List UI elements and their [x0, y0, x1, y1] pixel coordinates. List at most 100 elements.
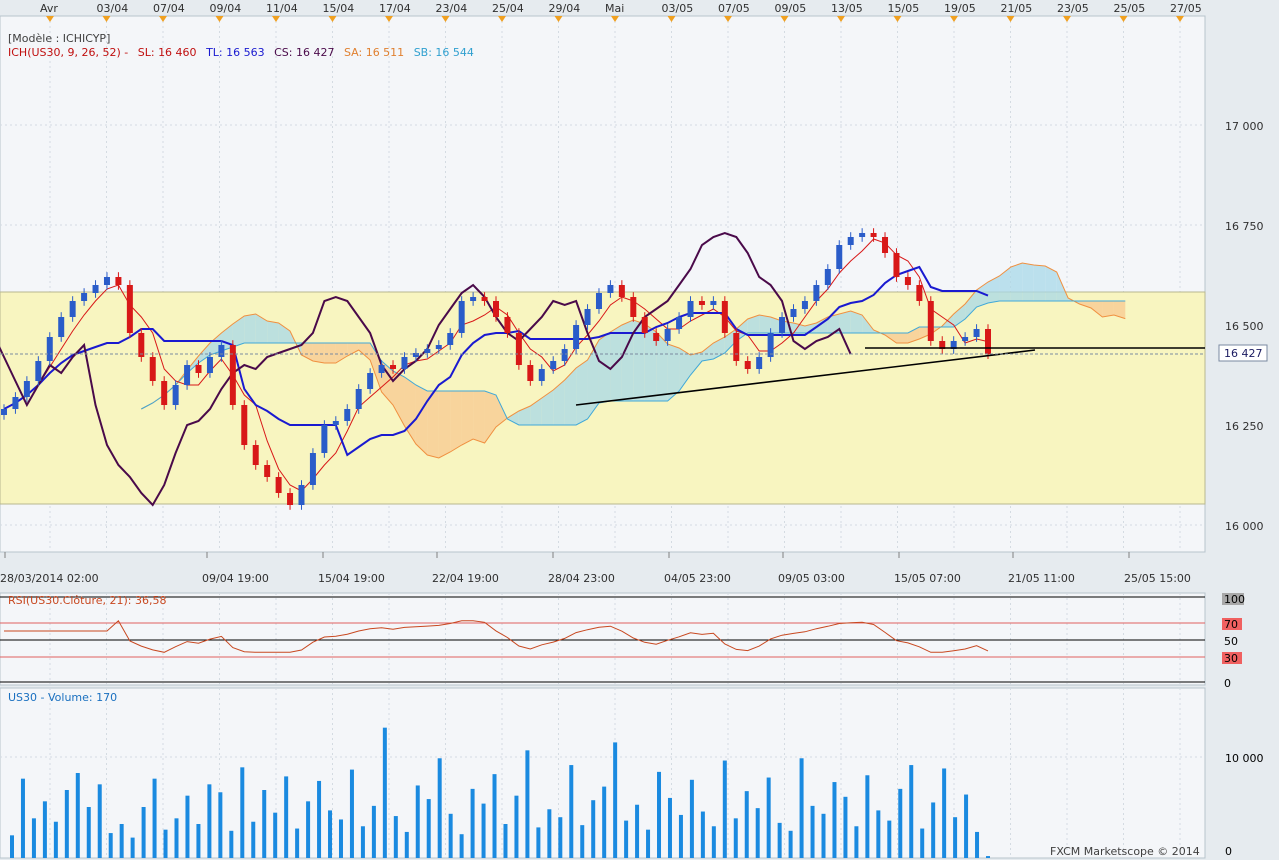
cloud-segment [759, 315, 771, 333]
top-date-label: 07/04 [153, 2, 185, 15]
candle-body [321, 425, 328, 453]
candle-body [538, 369, 545, 381]
candle-body [35, 361, 42, 381]
volume-bar [317, 780, 322, 858]
time-axis-label: 28/04 23:00 [548, 572, 615, 585]
top-date-label: 17/04 [379, 2, 411, 15]
top-date-label: 09/05 [775, 2, 807, 15]
candle-body [344, 409, 351, 421]
ich-prefix: ICH(US30, 9, 26, 52) - [8, 46, 128, 59]
volume-bar [64, 790, 69, 858]
volume-bar [986, 856, 990, 858]
candle-body [424, 349, 431, 353]
cloud-segment [244, 314, 256, 343]
candle-body [561, 349, 568, 361]
candle-body [138, 333, 145, 357]
candle-body [779, 317, 786, 333]
volume-bar [251, 821, 256, 858]
candle-body [550, 361, 557, 369]
candle-body [355, 389, 362, 409]
volume-bar [108, 833, 113, 858]
rsi-tick: 0 [1224, 677, 1231, 690]
volume-bar [755, 808, 760, 858]
price-tick: 16 750 [1225, 220, 1264, 233]
time-axis-label: 25/05 15:00 [1124, 572, 1191, 585]
candle-body [618, 285, 625, 297]
volume-bar [163, 829, 168, 858]
tl-value: TL: 16 563 [205, 46, 265, 59]
volume-bar [613, 742, 618, 858]
volume-bar [130, 837, 135, 858]
candle-body [973, 329, 980, 337]
candle-body [126, 285, 133, 333]
candle-body [630, 297, 637, 317]
candle-body [698, 301, 705, 305]
candle-body [664, 329, 671, 341]
volume-bar [580, 825, 585, 858]
volume-bar [635, 804, 640, 858]
volume-bar [360, 826, 365, 858]
volume-bar [306, 801, 311, 858]
top-date-label: 03/05 [662, 2, 694, 15]
volume-bar [810, 805, 815, 858]
candle-body [470, 297, 477, 301]
volume-bar [854, 826, 859, 858]
volume-bar [920, 828, 925, 858]
current-price-label: 16 427 [1224, 347, 1263, 360]
cloud-segment [1022, 263, 1034, 301]
volume-bar [284, 776, 289, 858]
candle-body [733, 333, 740, 361]
volume-bar [722, 760, 727, 858]
volume-bar [207, 784, 212, 858]
candle-body [687, 301, 694, 317]
cloud-segment [896, 333, 908, 343]
volume-bar [766, 777, 771, 858]
volume-bar [152, 778, 157, 858]
volume-bar [448, 813, 453, 858]
price-tick: 16 000 [1225, 520, 1264, 533]
volume-bar [667, 797, 672, 858]
cloud-segment [312, 343, 325, 363]
candle-body [836, 245, 843, 269]
candle-body [161, 381, 168, 405]
top-date-label: 29/04 [549, 2, 581, 15]
cloud-segment [267, 321, 279, 343]
volume-bar [711, 826, 716, 858]
top-date-label: 27/05 [1170, 2, 1202, 15]
rsi-panel[interactable] [0, 592, 1206, 686]
volume-bar [689, 779, 694, 858]
candle-body [904, 277, 911, 285]
cloud-segment [1102, 301, 1114, 317]
candle-body [893, 253, 900, 277]
cloud-segment [427, 391, 439, 458]
candle-body [801, 301, 808, 309]
volume-bar [964, 794, 969, 858]
volume-bar [338, 819, 343, 858]
volume-bar [393, 816, 398, 858]
sb-value: SB: 16 544 [414, 46, 474, 59]
volume-bar [492, 774, 497, 858]
volume-bar [141, 807, 146, 858]
volume-bar [744, 791, 749, 858]
volume-bar [119, 824, 124, 858]
candle-body [962, 337, 969, 341]
volume-bar [953, 817, 958, 858]
cloud-segment [576, 360, 588, 425]
candle-body [103, 277, 110, 285]
candle-body [12, 397, 19, 409]
candle-body [172, 385, 179, 405]
volume-bar [909, 765, 914, 858]
volume-bar [470, 788, 475, 858]
volume-bar [404, 831, 409, 858]
cloud-segment [450, 391, 462, 452]
candle-body [23, 381, 30, 397]
trading-chart[interactable]: Avr 03/04 07/04 09/04 11/04 15/04 17/04 23/04 25… [0, 0, 1279, 860]
cloud-segment [415, 385, 428, 455]
volume-bar [558, 817, 563, 858]
volume-bar [525, 750, 530, 858]
candle-body [115, 277, 122, 285]
volume-tick: 0 [1225, 845, 1232, 858]
candle-body [756, 357, 763, 369]
volume-bar [832, 782, 837, 858]
time-axis-label: 28/03/2014 02:00 [0, 572, 99, 585]
